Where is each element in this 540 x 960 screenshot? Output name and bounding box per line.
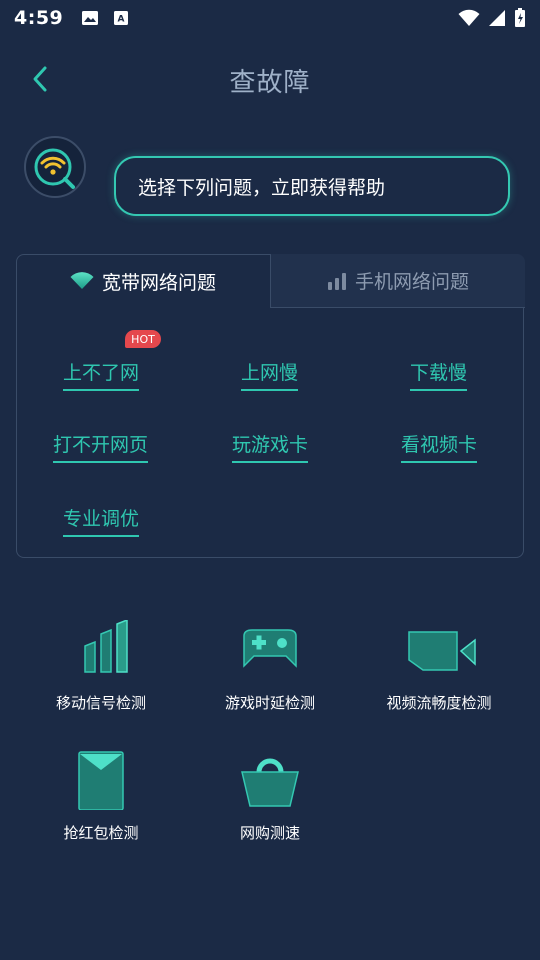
tool-red-envelope-label: 抢红包检测 <box>63 824 139 842</box>
hot-badge: HOT <box>125 330 161 348</box>
tab-mobile[interactable]: 手机网络问题 <box>270 254 525 308</box>
tool-video-smoothness[interactable]: 视频流畅度检测 <box>354 620 524 713</box>
tab-mobile-label: 手机网络问题 <box>354 271 469 293</box>
tool-game-latency[interactable]: 游戏时延检测 <box>185 620 355 713</box>
tool-red-envelope[interactable]: 抢红包检测 <box>16 750 186 843</box>
tab-broadband-label: 宽带网络问题 <box>101 271 216 294</box>
tab-broadband[interactable]: 宽带网络问题 <box>16 254 270 308</box>
wifi-icon <box>458 9 480 26</box>
signal-icon <box>489 10 505 26</box>
issue-page-not-loading[interactable]: 打不开网页 <box>53 430 149 463</box>
wifi-search-icon <box>34 148 75 189</box>
issue-slow-download[interactable]: 下载慢 <box>410 358 468 391</box>
shopping-bag-icon <box>241 758 299 807</box>
status-bar: 4:59 A <box>0 0 540 36</box>
svg-text:A: A <box>118 15 125 25</box>
red-envelope-icon <box>78 751 124 810</box>
issue-pro-tuning[interactable]: 专业调优 <box>63 504 140 537</box>
signal-bars-icon <box>327 272 346 290</box>
hint-bubble: 选择下列问题，立即获得帮助 <box>114 156 510 216</box>
page-title: 查故障 <box>229 68 311 98</box>
issue-slow-internet[interactable]: 上网慢 <box>241 358 299 391</box>
tool-video-smoothness-label: 视频流畅度检测 <box>386 694 492 712</box>
tool-shopping-speed-label: 网购测速 <box>239 824 300 842</box>
issue-video-lag[interactable]: 看视频卡 <box>401 430 478 463</box>
battery-icon <box>515 8 525 27</box>
tool-mobile-signal[interactable]: 移动信号检测 <box>16 620 186 713</box>
header: 查故障 <box>0 54 540 104</box>
tool-game-latency-label: 游戏时延检测 <box>224 694 315 712</box>
status-time: 4:59 <box>14 7 64 29</box>
tool-mobile-signal-label: 移动信号检测 <box>55 694 146 712</box>
issue-no-internet[interactable]: 上不了网 <box>63 358 140 391</box>
signal-bars-icon <box>84 620 128 673</box>
issue-game-lag[interactable]: 玩游戏卡 <box>232 430 309 463</box>
gamepad-icon <box>243 629 297 668</box>
hint-text: 选择下列问题，立即获得帮助 <box>138 176 386 199</box>
wifi-icon <box>70 272 94 289</box>
video-camera-icon <box>408 631 476 671</box>
font-download-icon: A <box>114 11 129 25</box>
image-icon <box>82 11 99 25</box>
tool-shopping-speed[interactable]: 网购测速 <box>185 750 355 843</box>
assistant-avatar <box>24 136 86 198</box>
